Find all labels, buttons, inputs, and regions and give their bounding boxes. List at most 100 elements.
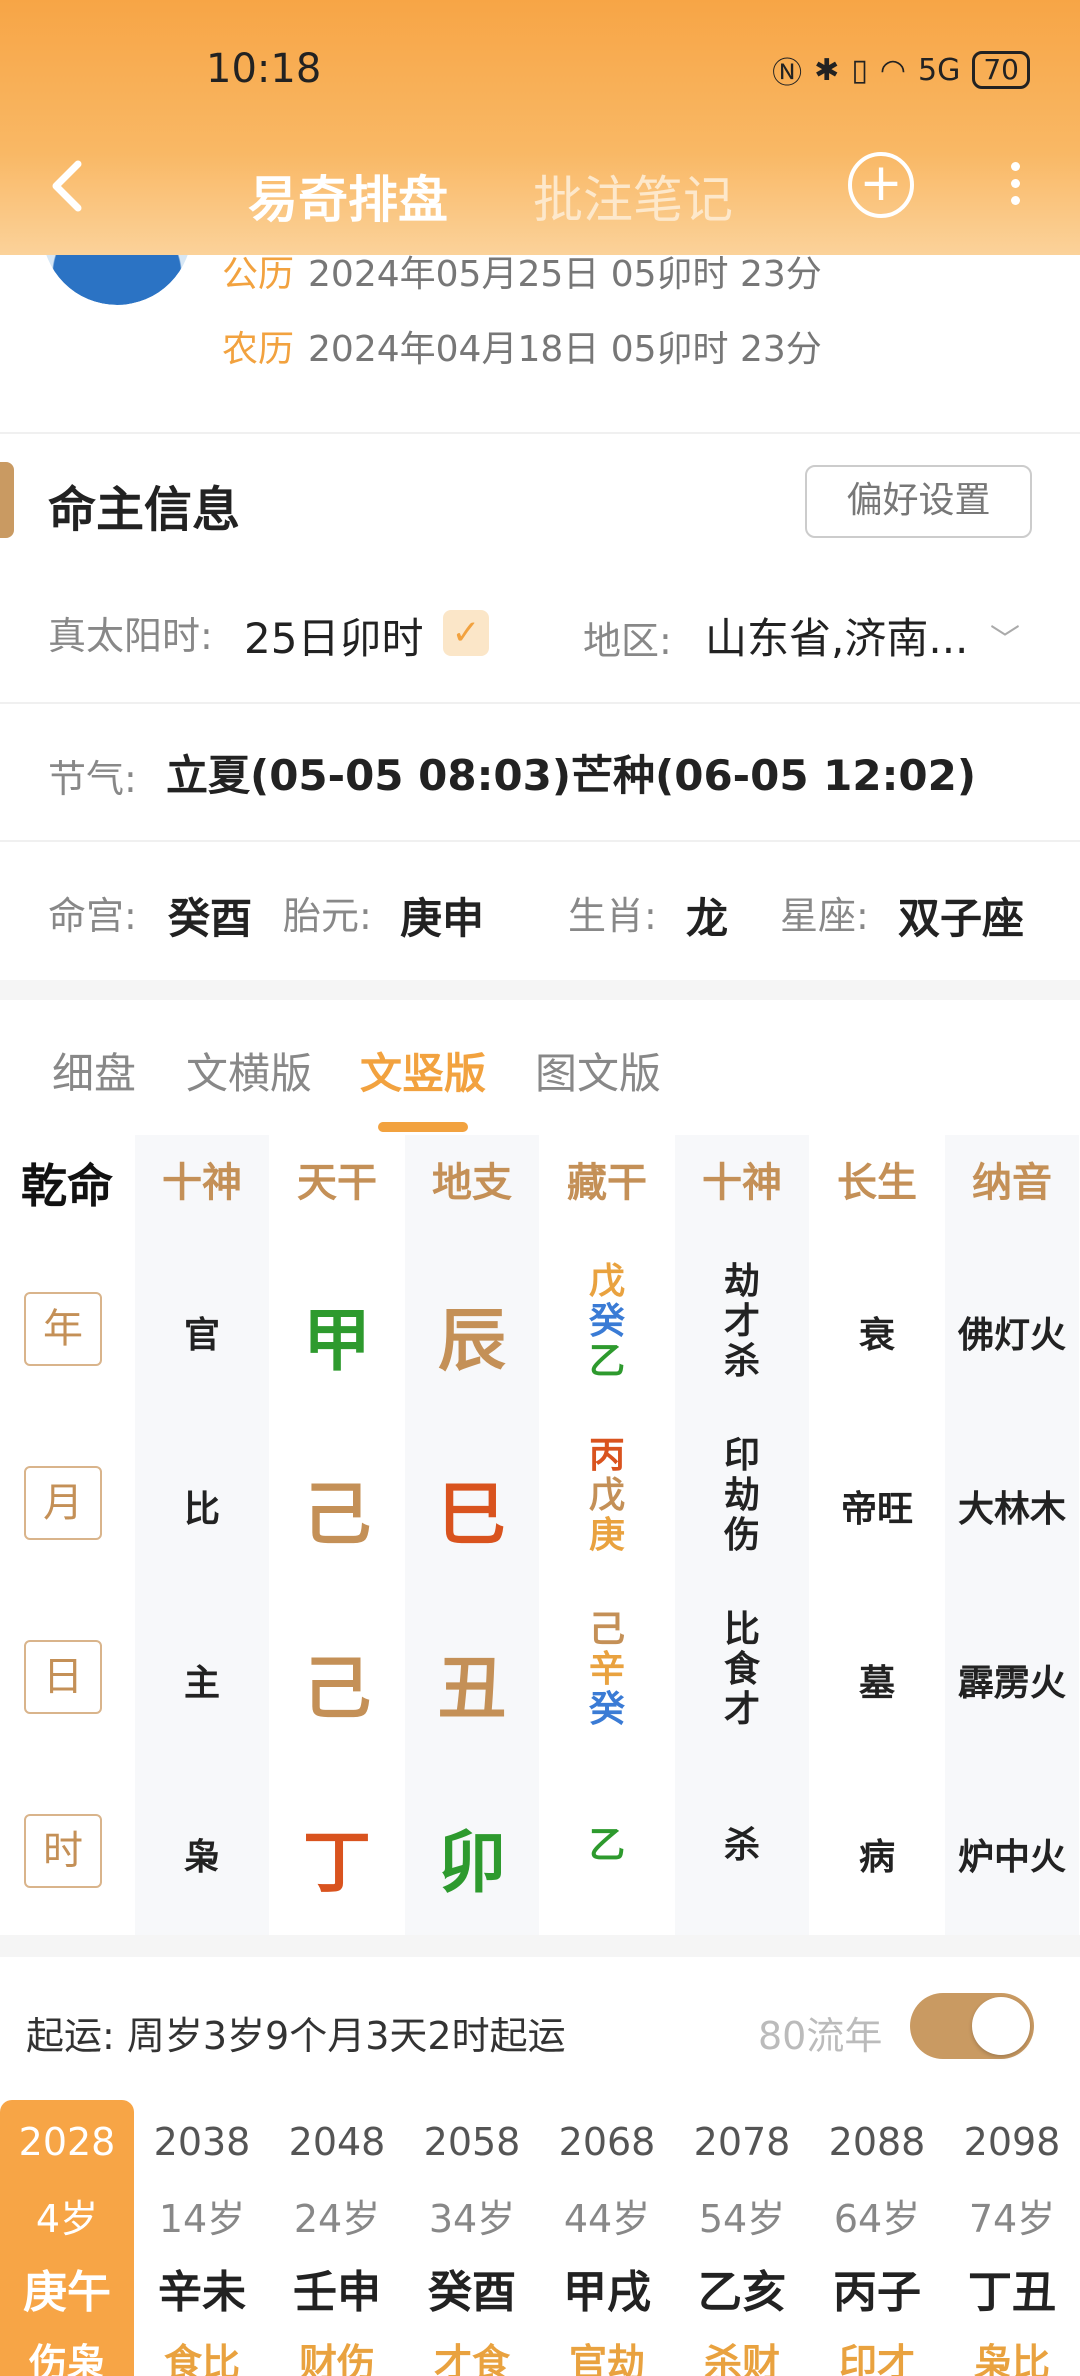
qiyun-text: 起运: 周岁3岁9个月3天2时起运	[26, 2014, 566, 2058]
tab-yiqi-paipan[interactable]: 易奇排盘	[248, 160, 448, 232]
minggong-label: 命宫:	[48, 894, 137, 938]
divider	[0, 840, 1080, 842]
grid-cell: 病	[858, 1837, 895, 1878]
signal-icon: 5G	[918, 52, 961, 88]
dayun-item[interactable]: 2098 74岁 丁丑 枭比	[945, 2100, 1079, 2376]
shishen-stack: 杀	[723, 1825, 760, 1866]
status-bar: 10:18 Ⓝ ✱ ▯ ◠ 5G 70	[0, 38, 1080, 98]
tab-annotation-notes[interactable]: 批注笔记	[533, 160, 733, 232]
xingzuo-value: 双子座	[898, 894, 1025, 943]
pillar-hour[interactable]: 时	[24, 1814, 102, 1888]
dayun-item[interactable]: 2058 34岁 癸酉 才食	[405, 2100, 539, 2376]
section-gap	[0, 980, 1080, 1000]
wifi-icon: ◠	[879, 52, 907, 88]
dayun-item[interactable]: 2048 24岁 壬申 财伤	[270, 2100, 404, 2376]
col-header-changsheng: 长生	[837, 1160, 917, 1206]
nfc-icon: Ⓝ	[772, 56, 803, 91]
dayun-item[interactable]: 2078 54岁 乙亥 杀财	[675, 2100, 809, 2376]
xingzuo-label: 星座:	[780, 894, 869, 938]
back-arrow-icon[interactable]	[40, 156, 100, 216]
more-vertical-icon[interactable]	[1000, 154, 1030, 224]
grid-cell: 己	[302, 1476, 371, 1555]
jieqi-label: 节气:	[48, 757, 137, 801]
active-tab-indicator	[378, 1122, 468, 1132]
pillar-day[interactable]: 日	[24, 1640, 102, 1714]
dayun-item[interactable]: 2038 14岁 辛未 食比	[135, 2100, 269, 2376]
true-solar-time-value: 25日卯时	[244, 614, 424, 663]
region-select[interactable]: 山东省,济南...	[705, 605, 968, 666]
dayun-item[interactable]: 2068 44岁 甲戌 官劫	[540, 2100, 674, 2376]
dayun-item[interactable]: 2088 64岁 丙子 印才	[810, 2100, 944, 2376]
col-header-tiangan: 天干	[297, 1160, 377, 1206]
col-header-canggan: 藏干	[567, 1160, 647, 1206]
grid-cell: 墓	[858, 1663, 895, 1704]
grid-cell: 霹雳火	[957, 1663, 1066, 1704]
shishen-stack: 劫 才 杀	[723, 1261, 760, 1382]
grid-cell: 衰	[858, 1315, 895, 1356]
liunian-toggle[interactable]	[910, 1993, 1034, 2059]
grid-cell: 巳	[437, 1476, 506, 1555]
tab-wenheng[interactable]: 文横版	[186, 1040, 312, 1101]
shengxiao-label: 生肖:	[568, 894, 657, 938]
nav-bar: 易奇排盘 批注笔记 +	[0, 140, 1080, 240]
col-header-nayin: 纳音	[972, 1160, 1052, 1206]
col-header-shishen: 十神	[162, 1160, 242, 1206]
ming-info-row: 命宫: 癸酉 胎元: 庚申 生肖: 龙 星座: 双子座	[48, 885, 1038, 945]
grid-cell: 大林木	[957, 1489, 1066, 1530]
col-header-dizhi: 地支	[432, 1160, 512, 1206]
canggan-cell: 丙 戊 庚	[588, 1435, 625, 1556]
tab-wenshu[interactable]: 文竖版	[360, 1040, 486, 1101]
canggan-cell: 己 辛 癸	[588, 1609, 625, 1730]
liunian-label: 80流年	[758, 2014, 883, 2058]
grid-cell: 主	[183, 1663, 220, 1704]
vibrate-icon: ▯	[851, 52, 868, 88]
dayun-item[interactable]: 2028 4岁 庚午 伤枭	[0, 2100, 134, 2376]
divider	[0, 432, 1080, 434]
battery-icon: 70	[972, 51, 1030, 89]
divider	[0, 702, 1080, 704]
dayun-list: 2028 4岁 庚午 伤枭 2038 14岁 辛未 食比 2048 24岁 壬申…	[0, 2100, 1080, 2376]
grid-cell: 己	[302, 1650, 371, 1729]
section-gap	[0, 1935, 1080, 1957]
app-header: 10:18 Ⓝ ✱ ▯ ◠ 5G 70 易奇排盘 批注笔记 +	[0, 0, 1080, 255]
lunar-date-line: 农历 2024年04月18日 05卯时 23分	[222, 329, 822, 370]
pillar-year[interactable]: 年	[24, 1292, 102, 1366]
bluetooth-icon: ✱	[814, 52, 840, 88]
add-circle-icon[interactable]: +	[848, 152, 914, 218]
grid-cell: 卯	[437, 1824, 506, 1903]
pillar-month[interactable]: 月	[24, 1466, 102, 1540]
check-icon[interactable]: ✓	[443, 610, 489, 656]
col-header-shishen2: 十神	[702, 1160, 782, 1206]
taiyuan-value: 庚申	[400, 894, 485, 943]
grid-cell: 辰	[437, 1302, 506, 1381]
grid-cell: 丑	[437, 1650, 506, 1729]
grid-cell: 帝旺	[840, 1489, 913, 1530]
status-icons: Ⓝ ✱ ▯ ◠ 5G 70	[772, 48, 1030, 92]
canggan-cell: 戊 癸 乙	[588, 1261, 625, 1382]
tab-xipan[interactable]: 细盘	[52, 1040, 136, 1101]
shishen-stack: 印 劫 伤	[723, 1435, 760, 1556]
status-time: 10:18	[206, 46, 322, 92]
grid-cell: 枭	[183, 1837, 220, 1878]
grid-cell: 丁	[302, 1824, 371, 1903]
grid-cell: 比	[183, 1489, 220, 1530]
shishen-stack: 比 食 才	[723, 1609, 760, 1730]
grid-cell: 炉中火	[957, 1837, 1066, 1878]
preference-settings-button[interactable]: 偏好设置	[805, 465, 1032, 538]
canggan-cell: 乙	[588, 1825, 625, 1866]
grid-corner-label: 乾命	[21, 1159, 113, 1213]
jieqi-value: 立夏(05-05 08:03)芒种(06-05 12:02)	[166, 751, 977, 800]
true-solar-time-label: 真太阳时:	[48, 614, 213, 658]
chevron-down-icon[interactable]: ﹀	[990, 615, 1020, 659]
section-title: 命主信息	[48, 482, 241, 538]
section-accent-bar	[0, 462, 14, 538]
pan-tabs: 细盘 文横版 文竖版 图文版	[0, 1040, 1080, 1130]
grid-cell: 佛灯火	[957, 1315, 1066, 1356]
minggong-value: 癸酉	[168, 894, 253, 943]
taiyuan-label: 胎元:	[283, 894, 372, 938]
shengxiao-value: 龙	[686, 894, 729, 943]
grid-cell: 甲	[302, 1302, 371, 1381]
tab-tuwen[interactable]: 图文版	[535, 1040, 661, 1101]
region-label: 地区:	[583, 619, 672, 663]
grid-cell: 官	[183, 1315, 220, 1356]
